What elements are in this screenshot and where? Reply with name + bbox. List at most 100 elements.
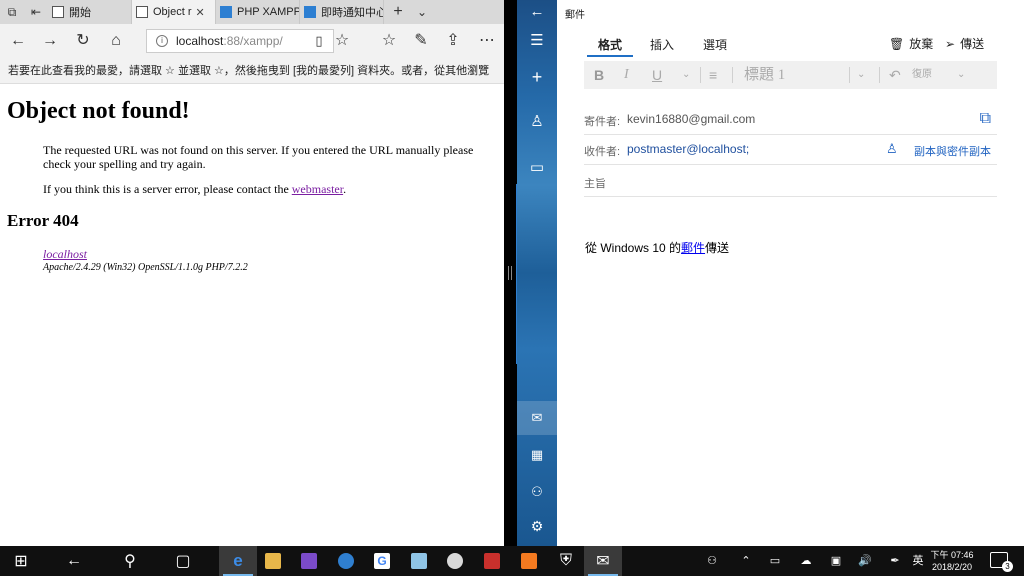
discard-label: 放棄 (909, 37, 934, 51)
xampp-page-icon (304, 6, 316, 18)
calendar-icon[interactable]: ▦ (517, 445, 557, 465)
home-icon[interactable]: ⌂ (106, 31, 126, 51)
address-host: localhost (176, 34, 224, 48)
search-icon[interactable]: ⚲ (111, 546, 149, 576)
contact-suffix: . (343, 182, 347, 196)
contact-picker-icon[interactable]: ♙ (886, 141, 898, 157)
back-arrow-icon[interactable]: ← (517, 2, 557, 22)
undo-icon[interactable]: ↶ (889, 66, 901, 84)
send-icon: ➢ (945, 36, 956, 51)
send-button[interactable]: ➢ 傳送 (945, 35, 984, 52)
chrome-icon[interactable]: G (363, 546, 401, 576)
media-player-icon[interactable] (327, 546, 365, 576)
xampp-page-icon (220, 6, 232, 18)
from-row: 寄件者: kevin16880@gmail.com ⧉ (584, 105, 997, 135)
mail-nav-rail: ← ☰ + ♙ ▭ ✉ ▦ ⚇ ⚙ (517, 0, 557, 546)
from-value[interactable]: kevin16880@gmail.com (627, 112, 755, 126)
onedrive-cloud-icon[interactable]: ☁ (797, 553, 815, 569)
people-icon[interactable]: ⚇ (517, 482, 557, 502)
tab-notification-center[interactable]: 即時通知中心 (300, 0, 384, 24)
web-page-content: Object not found! The requested URL was … (0, 84, 504, 546)
tab-php-xampp[interactable]: PHP XAMPP (216, 0, 300, 24)
tab-options[interactable]: 選項 (703, 36, 727, 53)
defender-shield-icon[interactable]: ⛨ (547, 546, 585, 576)
tab-object-not-found[interactable]: Object r ✕ (132, 0, 216, 24)
windows-start-icon[interactable]: ⊞ (2, 546, 40, 576)
mail-app-link[interactable]: 郵件 (681, 241, 705, 255)
chevron-up-icon[interactable]: ⌃ (738, 553, 754, 569)
tab-insert[interactable]: 插入 (650, 36, 674, 53)
new-tab-icon[interactable]: + (388, 2, 408, 22)
forward-icon[interactable]: → (40, 31, 60, 51)
snap-divider[interactable] (504, 0, 518, 546)
refresh-icon[interactable]: ↻ (73, 31, 93, 51)
style-selector[interactable]: 標題 1 (744, 66, 785, 84)
tab-start[interactable]: 開始 (48, 0, 132, 24)
paint-icon[interactable] (436, 546, 474, 576)
action-center-icon[interactable]: 3 (990, 552, 1013, 572)
to-field[interactable]: postmaster@localhost; (627, 142, 749, 156)
chevron-down-icon[interactable]: ⌄ (957, 66, 965, 84)
chevron-down-icon[interactable]: ⌄ (412, 2, 432, 22)
volume-icon[interactable]: 🔊 (857, 553, 873, 569)
page-icon (52, 6, 64, 18)
bold-button[interactable]: B (594, 66, 604, 84)
info-icon[interactable]: i (156, 35, 168, 47)
folders-icon[interactable]: ▭ (517, 158, 557, 178)
edge-app-icon[interactable]: e (219, 546, 257, 576)
set-aside-tabs-icon[interactable]: ⇤ (26, 2, 46, 22)
more-icon[interactable]: ⋯ (477, 31, 497, 51)
hamburger-icon[interactable]: ☰ (517, 31, 557, 51)
active-tab-underline (587, 55, 633, 57)
cc-bcc-link[interactable]: 副本與密件副本 (914, 143, 991, 159)
separator (879, 67, 880, 83)
reading-view-icon[interactable]: ▯ (309, 31, 329, 51)
localhost-link[interactable]: localhost (43, 247, 87, 261)
news-app-icon[interactable] (473, 546, 511, 576)
subject-row[interactable]: 主旨 (584, 167, 997, 197)
mail-icon[interactable]: ✉ (517, 408, 557, 428)
tab-preview-icon[interactable]: ⧉ (2, 2, 22, 22)
message-body[interactable]: 從 Windows 10 的郵件傳送 (585, 239, 729, 256)
people-icon[interactable]: ⚇ (704, 553, 720, 569)
pen-workspace-icon[interactable]: ✒ (887, 553, 903, 569)
pen-icon[interactable]: ✎ (411, 31, 431, 51)
contact-paragraph: If you think this is a server error, ple… (43, 182, 493, 196)
notepad-icon[interactable] (400, 546, 438, 576)
app-tray-icon[interactable]: ▭ (767, 553, 783, 569)
webmaster-link[interactable]: webmaster (292, 182, 343, 196)
chevron-down-icon[interactable]: ⌄ (682, 66, 690, 84)
new-mail-icon[interactable]: + (517, 67, 557, 87)
back-arrow-icon[interactable]: ← (55, 546, 93, 576)
accounts-icon[interactable]: ♙ (517, 112, 557, 132)
clock[interactable]: 下午 07:46 2018/2/20 (929, 549, 975, 573)
mail-app-icon[interactable]: ✉ (584, 546, 622, 576)
network-icon[interactable]: ▣ (828, 553, 844, 569)
favorites-hub-icon[interactable]: ☆ (379, 31, 399, 51)
address-path: :88/xampp/ (223, 34, 283, 48)
notification-count: 3 (1002, 561, 1013, 572)
task-view-icon[interactable]: ▢ (164, 546, 202, 576)
underline-button[interactable]: U (652, 66, 662, 84)
file-explorer-icon[interactable] (254, 546, 292, 576)
paragraph-format-icon[interactable]: ≡ (709, 66, 717, 84)
to-row: 收件者: postmaster@localhost; ♙ 副本與密件副本 (584, 135, 997, 165)
discard-button[interactable]: 🗑 放棄 (889, 35, 933, 52)
italic-button[interactable]: I (624, 66, 629, 84)
back-icon[interactable]: ← (8, 31, 28, 51)
favorite-star-icon[interactable]: ☆ (332, 31, 352, 51)
tab-format[interactable]: 格式 (598, 36, 622, 53)
visual-studio-icon[interactable] (290, 546, 328, 576)
settings-gear-icon[interactable]: ⚙ (517, 516, 557, 536)
address-bar[interactable]: i localhost:88/xampp/ (146, 29, 334, 53)
share-icon[interactable]: ⇪ (443, 31, 463, 51)
divider-grip-icon[interactable] (508, 266, 512, 280)
input-language-indicator[interactable]: 英 (911, 553, 925, 569)
chevron-down-icon[interactable]: ⌄ (857, 66, 865, 84)
mail-compose-pane: 郵件 格式 插入 選項 🗑 放棄 ➢ 傳送 B I U ⌄ ≡ 標題 1 ⌄ ↶… (557, 0, 1024, 546)
popout-icon[interactable]: ⧉ (980, 110, 991, 128)
close-tab-icon[interactable]: ✕ (196, 6, 205, 19)
send-label: 傳送 (960, 37, 985, 51)
xampp-icon[interactable] (510, 546, 548, 576)
error-code-heading: Error 404 (7, 211, 79, 230)
